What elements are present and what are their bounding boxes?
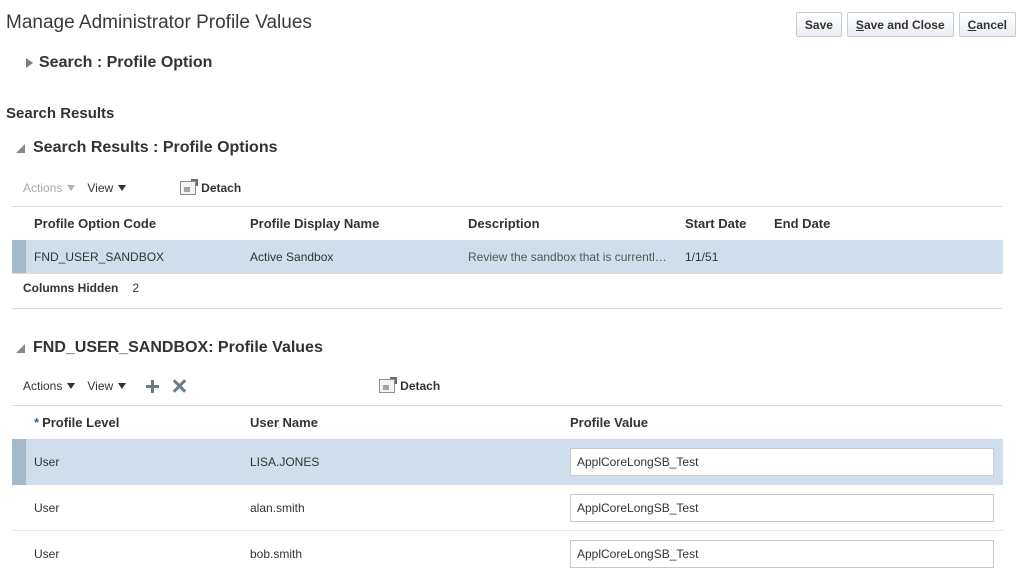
detach-icon [180,179,199,195]
columns-hidden-indicator: Columns Hidden 2 [23,281,139,295]
view-menu[interactable]: View [87,181,127,195]
actions-menu-label: Actions [23,379,63,393]
cell-profile-level: User [34,500,60,515]
profile-values-table: * Profile Level User Name Profile Value U… [12,406,1003,577]
chevron-down-icon [67,383,76,389]
column-header-description[interactable]: Description [468,216,685,231]
divider [12,308,1002,309]
profile-options-heading: Search Results : Profile Options [33,139,278,156]
detach-button[interactable]: Detach [180,179,242,195]
profile-values-toolbar: Actions View Detach [23,377,441,393]
columns-hidden-label: Columns Hidden [23,281,119,295]
column-header-profile-display-name[interactable]: Profile Display Name [250,216,468,231]
detach-label: Detach [201,181,242,195]
search-results-heading: Search Results [6,105,115,122]
column-header-profile-value[interactable]: Profile Value [570,415,870,430]
table-header-row: Profile Option Code Profile Display Name… [12,207,1003,240]
detach-label: Detach [400,379,441,393]
view-menu-label: View [87,379,114,393]
table-header-row: * Profile Level User Name Profile Value [12,406,1003,439]
table-row[interactable]: User LISA.JONES ApplCoreLongSB_Test [12,439,1003,485]
chevron-down-icon [67,185,76,191]
cell-profile-level: User [34,455,60,469]
delete-row-button[interactable] [173,379,187,393]
view-menu[interactable]: View [87,379,127,393]
search-profile-option-disclosure[interactable]: Search : Profile Option [26,54,212,72]
x-icon [173,379,187,393]
table-row[interactable]: User alan.smith ApplCoreLongSB_Test [12,485,1003,531]
chevron-down-icon [118,185,127,191]
cancel-button[interactable]: Cancel [958,12,1016,37]
cell-user-name: LISA.JONES [250,455,320,469]
table-row[interactable]: User bob.smith ApplCoreLongSB_Test [12,531,1003,577]
profile-value-input[interactable]: ApplCoreLongSB_Test [570,540,994,568]
profile-options-toolbar: Actions View Detach [23,179,242,195]
cancel-access-key: C [967,17,977,32]
column-header-profile-level[interactable]: * Profile Level [12,415,250,430]
detach-icon [379,377,398,393]
save-and-close-button[interactable]: Save and Close [846,12,954,37]
column-header-profile-option-code[interactable]: Profile Option Code [12,216,250,231]
cell-start-date: 1/1/51 [685,249,719,264]
column-header-user-name[interactable]: User Name [250,415,570,430]
cell-user-name: bob.smith [250,547,303,561]
cell-profile-level: User [34,547,60,561]
detach-button[interactable]: Detach [379,377,441,393]
profile-options-disclosure[interactable]: Search Results : Profile Options [16,139,278,157]
page-title: Manage Administrator Profile Values [6,12,312,33]
actions-menu[interactable]: Actions [23,181,76,195]
divider [12,273,1002,274]
profile-value-input[interactable]: ApplCoreLongSB_Test [570,448,994,476]
profile-values-disclosure[interactable]: FND_USER_SANDBOX: Profile Values [16,339,323,357]
cell-profile-option-code: FND_USER_SANDBOX [34,249,165,264]
cell-user-name: alan.smith [250,500,305,515]
actions-menu[interactable]: Actions [23,379,76,393]
cell-description: Review the sandbox that is currentl… [468,249,667,264]
column-header-profile-level-label: Profile Level [42,415,120,430]
cancel-label: ancel [976,17,1007,32]
save-button[interactable]: Save [795,12,842,37]
actions-menu-label: Actions [23,181,63,195]
profile-values-heading: FND_USER_SANDBOX: Profile Values [33,339,323,356]
save-and-close-label: ave and Close [863,17,945,32]
column-header-end-date[interactable]: End Date [774,216,894,231]
add-row-button[interactable] [146,379,160,393]
triangle-down-icon [16,143,25,153]
chevron-down-icon [118,383,127,389]
profile-value-input[interactable]: ApplCoreLongSB_Test [570,493,994,522]
search-section-title: Search : Profile Option [39,54,213,71]
save-and-close-access-key: S [855,17,864,32]
table-row[interactable]: FND_USER_SANDBOX Active Sandbox Review t… [12,240,1003,273]
cell-profile-display-name: Active Sandbox [250,249,334,264]
view-menu-label: View [87,181,114,195]
required-marker: * [34,415,40,430]
column-header-start-date[interactable]: Start Date [685,216,774,231]
plus-icon [146,379,160,393]
top-button-bar: Save Save and Close Cancel [795,12,1016,37]
triangle-right-icon [26,58,33,68]
profile-options-table: Profile Option Code Profile Display Name… [12,207,1003,273]
triangle-down-icon [16,343,25,353]
columns-hidden-count: 2 [132,281,140,295]
